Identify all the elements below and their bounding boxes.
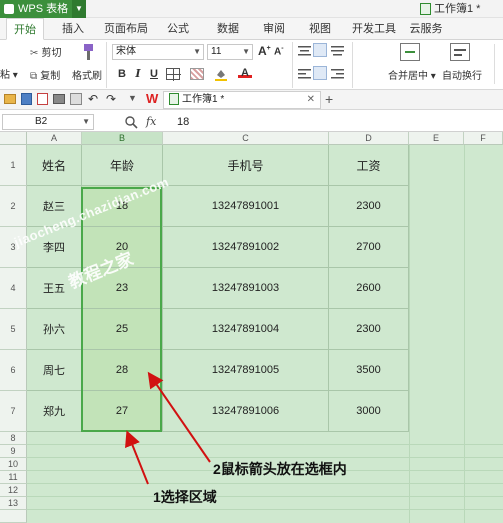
- annotation-cursor-label: 2鼠标箭头放在选框内: [213, 461, 347, 477]
- annotation-select-label: 1选择区域: [153, 489, 217, 505]
- annotation-arrows: [125, 371, 211, 485]
- arrow-to-selection: [125, 430, 149, 485]
- arrow-to-cursor: [147, 371, 211, 463]
